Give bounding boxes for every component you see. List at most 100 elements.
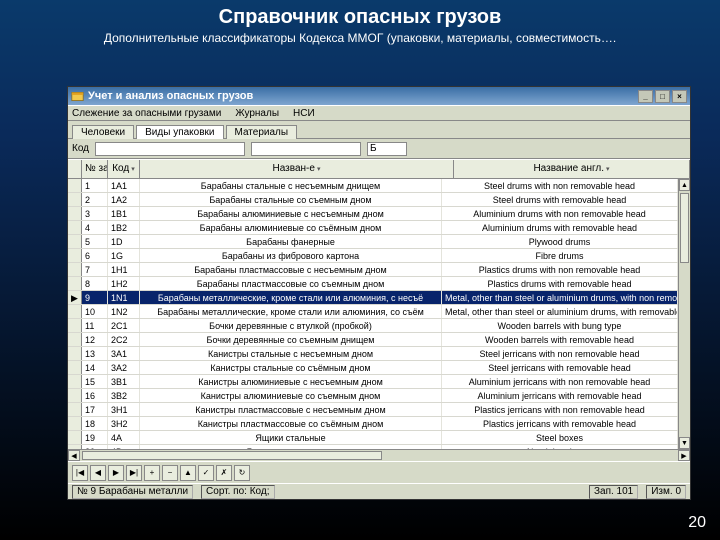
filter-row: Код xyxy=(68,139,690,159)
vertical-scrollbar[interactable]: ▲ ▼ xyxy=(678,179,690,449)
table-row[interactable]: 31B1Барабаны алюминиевые с несъемным дно… xyxy=(68,207,678,221)
cell-name: Ящики стальные xyxy=(140,431,442,444)
nav-last[interactable]: ▶| xyxy=(126,465,142,481)
cell-kod: 2C1 xyxy=(108,319,140,332)
cell-eng: Metal, other than steel or aluminium dru… xyxy=(442,291,678,304)
row-marker xyxy=(68,193,82,206)
cell-name: Барабаны алюминиевые с несъемным дном xyxy=(140,207,442,220)
table-row[interactable]: 21A2Барабаны стальные со съемным дномSte… xyxy=(68,193,678,207)
scroll-down-arrow[interactable]: ▼ xyxy=(679,437,690,449)
table-row[interactable]: 194AЯщики стальныеSteel boxes xyxy=(68,431,678,445)
header-kod[interactable]: Код xyxy=(108,160,140,178)
header-name[interactable]: Назван-е xyxy=(140,160,454,178)
menu-nsi[interactable]: НСИ xyxy=(293,108,315,119)
status-bar: № 9 Барабаны металли Сорт. по: Код; Зап.… xyxy=(68,483,690,499)
table-row[interactable]: 81H2Барабаны пластмассовые со съемным дн… xyxy=(68,277,678,291)
row-marker xyxy=(68,305,82,318)
cell-eng: Steel drums with removable head xyxy=(442,193,678,206)
table-row[interactable]: 122C2Бочки деревянные со съемным днищемW… xyxy=(68,333,678,347)
cell-kod: 1B2 xyxy=(108,221,140,234)
nav-cancel[interactable]: ✗ xyxy=(216,465,232,481)
cell-name: Канистры стальные со съёмным дном xyxy=(140,361,442,374)
cell-kod: 3H2 xyxy=(108,417,140,430)
tab-materials[interactable]: Материалы xyxy=(226,125,298,139)
scroll-up-arrow[interactable]: ▲ xyxy=(679,179,690,191)
cell-kod: 1A1 xyxy=(108,179,140,192)
nav-first[interactable]: |◀ xyxy=(72,465,88,481)
header-marker xyxy=(68,160,82,178)
nav-refresh[interactable]: ↻ xyxy=(234,465,250,481)
cell-num: 12 xyxy=(82,333,108,346)
table-row[interactable]: 61GБарабаны из фибрового картонаFibre dr… xyxy=(68,249,678,263)
table-row[interactable]: 101N2Барабаны металлические, кроме стали… xyxy=(68,305,678,319)
tab-packaging-types[interactable]: Виды упаковки xyxy=(136,125,223,139)
table-row[interactable]: 143A2Канистры стальные со съёмным дномSt… xyxy=(68,361,678,375)
filter-input-2[interactable] xyxy=(251,142,361,156)
table-row[interactable]: 204BЯщики алюминиевыеAluminium boxes xyxy=(68,445,678,449)
cell-num: 3 xyxy=(82,207,108,220)
cell-eng: Aluminium boxes xyxy=(442,445,678,449)
table-row[interactable]: 11A1Барабаны стальные с несъемным днищем… xyxy=(68,179,678,193)
tab-persons[interactable]: Человеки xyxy=(72,125,134,139)
table-row[interactable]: ▶91N1Барабаны металлические, кроме стали… xyxy=(68,291,678,305)
cell-kod: 3A1 xyxy=(108,347,140,360)
nav-add[interactable]: + xyxy=(144,465,160,481)
filter-input-3[interactable] xyxy=(367,142,407,156)
header-eng[interactable]: Название англ. xyxy=(454,160,690,178)
table-row[interactable]: 173H1Канистры пластмассовые с несъемным … xyxy=(68,403,678,417)
table-row[interactable]: 112C1Бочки деревянные с втулкой (пробкой… xyxy=(68,319,678,333)
nav-delete[interactable]: − xyxy=(162,465,178,481)
cell-num: 18 xyxy=(82,417,108,430)
cell-name: Барабаны металлические, кроме стали или … xyxy=(140,291,442,304)
cell-eng: Steel jerricans with non removable head xyxy=(442,347,678,360)
table-row[interactable]: 133A1Канистры стальные с несъемным дномS… xyxy=(68,347,678,361)
row-marker xyxy=(68,445,82,449)
table-row[interactable]: 183H2Канистры пластмассовые со съёмным д… xyxy=(68,417,678,431)
cell-num: 13 xyxy=(82,347,108,360)
cell-num: 10 xyxy=(82,305,108,318)
cell-kod: 3B1 xyxy=(108,375,140,388)
header-num[interactable]: № запи xyxy=(82,160,108,178)
cell-num: 6 xyxy=(82,249,108,262)
cell-eng: Plywood drums xyxy=(442,235,678,248)
maximize-button[interactable]: □ xyxy=(655,90,670,103)
cell-eng: Fibre drums xyxy=(442,249,678,262)
cell-num: 9 xyxy=(82,291,108,304)
scroll-right-arrow[interactable]: ▶ xyxy=(678,450,690,461)
row-marker xyxy=(68,235,82,248)
table-row[interactable]: 51DБарабаны фанерныеPlywood drums xyxy=(68,235,678,249)
cell-kod: 1N1 xyxy=(108,291,140,304)
row-marker xyxy=(68,389,82,402)
scroll-left-arrow[interactable]: ◀ xyxy=(68,450,80,461)
filter-input-code[interactable] xyxy=(95,142,245,156)
nav-edit[interactable]: ▲ xyxy=(180,465,196,481)
row-marker: ▶ xyxy=(68,291,82,304)
table-row[interactable]: 41B2Барабаны алюминиевые со съёмным дном… xyxy=(68,221,678,235)
record-navigator: |◀ ◀ ▶ ▶| + − ▲ ✓ ✗ ↻ xyxy=(68,461,690,483)
minimize-button[interactable]: _ xyxy=(638,90,653,103)
vscroll-thumb[interactable] xyxy=(680,193,689,263)
cell-name: Бочки деревянные со съемным днищем xyxy=(140,333,442,346)
cell-num: 2 xyxy=(82,193,108,206)
cell-kod: 4A xyxy=(108,431,140,444)
cell-num: 7 xyxy=(82,263,108,276)
menu-tracking[interactable]: Слежение за опасными грузами xyxy=(72,108,221,119)
table-row[interactable]: 163B2Канистры алюминиевые со съемным дно… xyxy=(68,389,678,403)
data-grid: 11A1Барабаны стальные с несъемным днищем… xyxy=(68,179,690,449)
row-marker xyxy=(68,179,82,192)
cell-eng: Plastics jerricans with removable head xyxy=(442,417,678,430)
table-row[interactable]: 71H1Барабаны пластмассовые с несъемным д… xyxy=(68,263,678,277)
menu-journals[interactable]: Журналы xyxy=(235,108,279,119)
row-marker xyxy=(68,403,82,416)
cell-name: Барабаны металлические, кроме стали или … xyxy=(140,305,442,318)
table-row[interactable]: 153B1Канистры алюминиевые с несъемным дн… xyxy=(68,375,678,389)
nav-next[interactable]: ▶ xyxy=(108,465,124,481)
hscroll-thumb[interactable] xyxy=(82,451,382,460)
row-marker xyxy=(68,207,82,220)
row-marker xyxy=(68,431,82,444)
horizontal-scrollbar[interactable]: ◀ ▶ xyxy=(68,449,690,461)
nav-post[interactable]: ✓ xyxy=(198,465,214,481)
nav-prev[interactable]: ◀ xyxy=(90,465,106,481)
row-marker xyxy=(68,319,82,332)
close-button[interactable]: × xyxy=(672,90,687,103)
